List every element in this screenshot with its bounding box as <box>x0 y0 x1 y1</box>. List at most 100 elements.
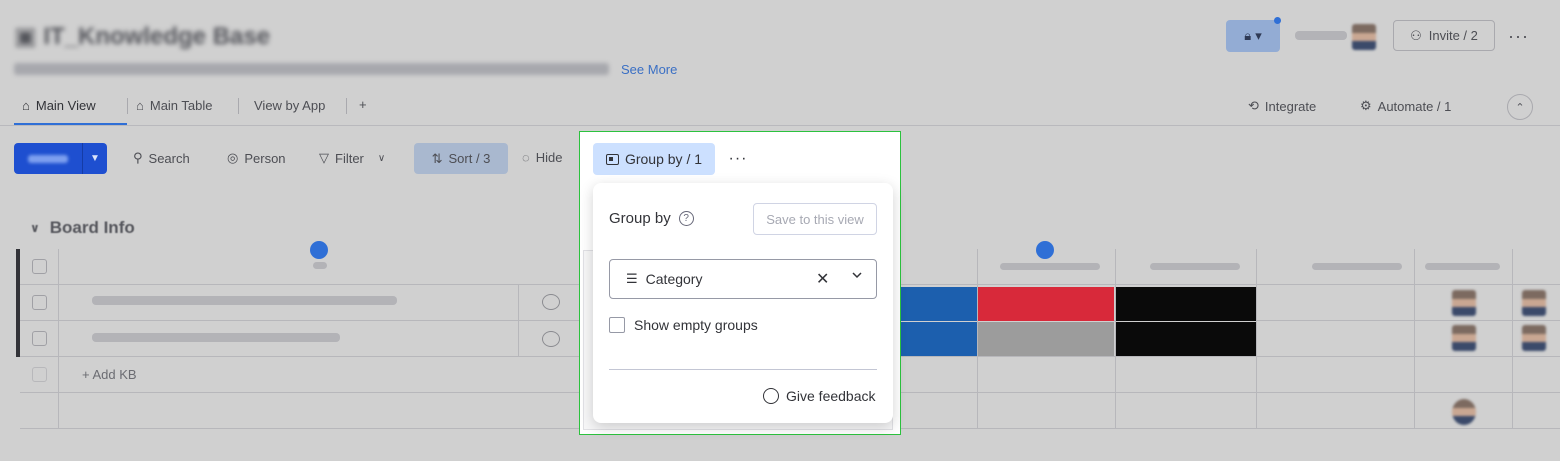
automate-icon: ⚙︎ <box>1360 98 1372 113</box>
group-title: Board Info <box>49 218 135 237</box>
notification-dot <box>1274 17 1281 24</box>
automate-label: Automate / 1 <box>1377 98 1452 114</box>
column-divider <box>58 249 59 429</box>
column-badge <box>310 241 328 259</box>
view-tabs <box>0 88 1560 126</box>
filter-button[interactable]: ▽ Filter ∨ <box>319 150 385 166</box>
help-icon[interactable]: ? <box>678 211 694 226</box>
status-cell[interactable] <box>978 287 1114 321</box>
chevron-down-icon[interactable]: ▼ <box>82 143 107 174</box>
row-title <box>92 296 397 305</box>
status-cell[interactable] <box>1115 322 1256 356</box>
table-icon: ⌂ <box>136 98 144 113</box>
column-header-kb <box>313 262 327 269</box>
avatar[interactable] <box>1522 290 1546 316</box>
tab-main-table[interactable]: ⌂ Main Table <box>136 98 213 113</box>
person-icon: ◎ <box>227 150 239 165</box>
avatar[interactable] <box>1452 290 1476 316</box>
active-tab-indicator <box>14 123 127 125</box>
avatar[interactable] <box>1522 325 1546 351</box>
column-divider <box>1115 249 1116 429</box>
column-header <box>1312 263 1402 270</box>
integrate-button[interactable]: ⟲ Integrate <box>1248 98 1316 114</box>
invite-button[interactable]: ⚇ Invite / 2 <box>1393 20 1495 51</box>
row-title <box>92 333 340 342</box>
chevron-up-icon: ⌃ <box>1515 101 1525 114</box>
more-options-icon[interactable]: ··· <box>727 148 749 170</box>
add-item-input[interactable]: + Add KB <box>82 367 137 382</box>
group-by-column-select[interactable]: ☰ Category ✕ <box>609 259 877 299</box>
person-label: Person <box>244 150 286 166</box>
search-button[interactable]: ⚲ Search <box>133 150 190 166</box>
status-cell[interactable] <box>978 322 1114 356</box>
row-checkbox <box>32 367 47 382</box>
tab-main-view[interactable]: ⌂ Main View <box>22 98 96 113</box>
row-checkbox[interactable] <box>32 295 47 310</box>
group-header[interactable]: ∨ Board Info <box>30 218 135 238</box>
tab-divider <box>127 98 128 114</box>
search-label: Search <box>148 150 190 166</box>
tab-view-by-app[interactable]: View by App <box>254 98 325 113</box>
person-filter-button[interactable]: ◎ Person <box>227 150 286 166</box>
column-divider <box>518 285 519 357</box>
comment-icon[interactable] <box>542 294 560 310</box>
invite-label: Invite / 2 <box>1428 28 1478 43</box>
lock-button[interactable]: 🔒︎ ▾ <box>1226 20 1280 52</box>
see-more-link[interactable]: See More <box>621 62 677 77</box>
tab-label: Main Table <box>149 98 213 113</box>
column-header <box>1150 263 1240 270</box>
comment-icon[interactable] <box>542 331 560 347</box>
column-header <box>1000 263 1100 270</box>
show-empty-groups-label: Show empty groups <box>634 317 758 333</box>
sort-button[interactable]: ⇅ Sort / 3 <box>414 143 508 174</box>
add-view-button[interactable]: + <box>359 97 367 112</box>
group-by-popup: Group by ? Save to this view ☰ Category … <box>593 183 893 423</box>
group-by-button[interactable]: Group by / 1 <box>593 143 715 175</box>
chevron-down-icon[interactable] <box>850 268 864 282</box>
new-item-button[interactable]: ▼ <box>14 143 107 174</box>
new-item-label[interactable] <box>14 143 82 174</box>
row-checkbox[interactable] <box>32 331 47 346</box>
close-icon[interactable]: ✕ <box>816 269 829 289</box>
avatar[interactable] <box>1452 325 1476 351</box>
sort-icon: ⇅ <box>431 150 443 166</box>
status-cell[interactable] <box>895 287 977 321</box>
hide-label: Hide <box>535 150 563 165</box>
automate-button[interactable]: ⚙︎ Automate / 1 <box>1360 98 1451 114</box>
text-column-icon: ☰ <box>626 271 638 286</box>
tab-divider <box>346 98 347 114</box>
group-by-label: Group by / 1 <box>624 151 703 167</box>
column-divider <box>1256 249 1257 429</box>
person-icon: ⚇ <box>1410 27 1422 43</box>
column-divider <box>1512 249 1513 429</box>
feedback-icon <box>763 388 779 404</box>
filter-icon: ▽ <box>319 150 329 165</box>
avatar[interactable] <box>1352 24 1376 50</box>
save-to-view-button[interactable]: Save to this view <box>753 203 877 235</box>
integrate-icon: ⟲ <box>1248 98 1259 113</box>
user-name <box>1295 31 1347 40</box>
popup-title-text: Group by <box>609 210 671 227</box>
chevron-down-icon: ∨ <box>30 221 40 235</box>
column-badge <box>1036 241 1054 259</box>
select-all-checkbox[interactable] <box>32 259 47 274</box>
board-title: ▣ IT_Knowledge Base <box>14 23 271 50</box>
status-cell[interactable] <box>1115 287 1256 321</box>
give-feedback-button[interactable]: Give feedback <box>763 388 876 404</box>
tab-label: Main View <box>35 98 96 113</box>
group-icon <box>605 153 619 165</box>
collapse-header-button[interactable]: ⌃ <box>1507 94 1533 120</box>
filter-label: Filter <box>335 150 364 166</box>
show-empty-groups-option[interactable]: Show empty groups <box>609 317 758 333</box>
show-empty-groups-checkbox[interactable] <box>609 317 625 333</box>
search-icon: ⚲ <box>133 150 143 165</box>
eye-off-icon: ◌ <box>522 150 530 165</box>
more-options-icon[interactable]: ··· <box>1508 26 1529 47</box>
plus-icon: + <box>359 97 367 112</box>
hide-button[interactable]: ◌ Hide <box>522 150 562 165</box>
chevron-down-icon: ∨ <box>377 152 386 164</box>
home-icon: ⌂ <box>22 98 30 113</box>
status-cell[interactable] <box>895 322 977 356</box>
integrate-label: Integrate <box>1264 98 1317 114</box>
selected-column-label: Category <box>645 271 703 287</box>
